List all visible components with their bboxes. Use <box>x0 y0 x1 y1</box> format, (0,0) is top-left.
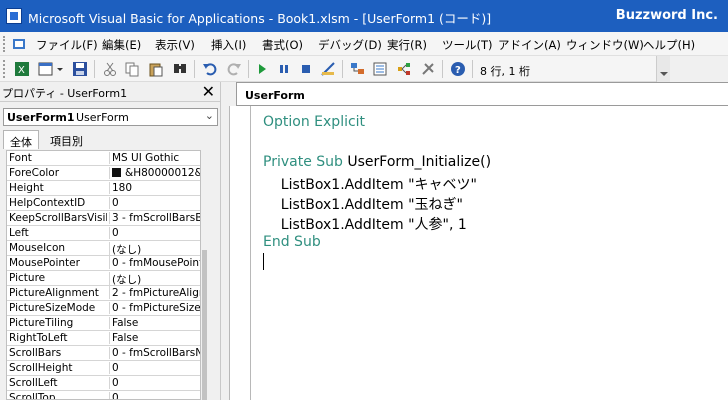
tab-alphabetic[interactable]: 全体 <box>3 130 39 149</box>
property-row[interactable]: Font MS UI Gothic <box>7 151 200 166</box>
toolbar-separator <box>94 60 95 78</box>
properties-icon[interactable] <box>372 61 388 77</box>
menu-tools[interactable]: ツール(T) <box>442 37 493 53</box>
properties-scrollbar[interactable] <box>201 150 209 400</box>
property-row[interactable]: ScrollLeft 0 <box>7 376 200 391</box>
property-row[interactable]: PictureSizeMode0 - fmPictureSizeModeClip <box>7 301 200 316</box>
chevron-down-icon[interactable]: ⌄ <box>205 109 214 122</box>
excel-icon[interactable]: X <box>14 61 30 77</box>
code-line[interactable]: Private Sub UserForm_Initialize() <box>263 154 491 170</box>
menubar-grip[interactable] <box>3 36 7 52</box>
code-line[interactable]: End Sub <box>263 234 321 250</box>
object-selector[interactable]: UserForm1 UserForm ⌄ <box>3 108 218 126</box>
code-line[interactable]: Option Explicit <box>263 114 365 130</box>
properties-window-header: プロパティ - UserForm1 ✕ <box>0 82 220 102</box>
save-icon[interactable] <box>72 61 88 77</box>
code-line[interactable]: ListBox1.AddItem "玉ねぎ" <box>263 194 463 214</box>
close-icon[interactable]: ✕ <box>202 82 215 101</box>
property-row[interactable]: MousePointer0 - fmMousePointerDefault <box>7 256 200 271</box>
property-row[interactable]: ForeColor &H80000012& <box>7 166 200 181</box>
insert-dropdown-icon[interactable] <box>56 61 64 77</box>
toolbar-options-button[interactable] <box>656 56 670 82</box>
undo-icon[interactable] <box>202 61 218 77</box>
find-icon[interactable] <box>172 61 188 77</box>
color-swatch <box>112 168 121 177</box>
properties-window-title: プロパティ - UserForm1 <box>2 87 128 100</box>
code-editor[interactable] <box>230 106 728 400</box>
toolbar-grip[interactable] <box>3 60 7 78</box>
break-icon[interactable] <box>276 61 292 77</box>
properties-grid: Font MS UI Gothic ForeColor &H80000012& He… <box>6 150 201 400</box>
standard-toolbar: X ? 8 行, 1 桁 <box>0 56 670 82</box>
svg-text:?: ? <box>455 65 461 76</box>
code-object-name: UserForm <box>245 89 305 102</box>
tab-categorized[interactable]: 項目別 <box>44 130 89 149</box>
object-selector-type: UserForm <box>76 111 129 124</box>
properties-tabs: 全体 項目別 <box>0 130 220 150</box>
object-browser-icon[interactable] <box>396 61 412 77</box>
property-row[interactable]: ScrollHeight 0 <box>7 361 200 376</box>
property-row[interactable]: ScrollTop 0 <box>7 391 200 399</box>
svg-text:X: X <box>18 65 25 76</box>
insert-userform-icon[interactable] <box>38 61 54 77</box>
toolbar-separator <box>248 60 249 78</box>
scrollbar-thumb[interactable] <box>202 250 207 400</box>
object-selector-name: UserForm1 <box>7 111 75 124</box>
menu-view[interactable]: 表示(V) <box>155 37 195 53</box>
property-row[interactable]: HelpContextID 0 <box>7 196 200 211</box>
project-explorer-icon[interactable] <box>350 61 366 77</box>
code-margin-indicator-bar[interactable] <box>229 106 251 400</box>
property-row[interactable]: Height 180 <box>7 181 200 196</box>
toolbar-separator <box>442 60 443 78</box>
menu-tool-icon[interactable] <box>12 37 26 51</box>
property-row[interactable]: MouseIcon (なし) <box>7 241 200 257</box>
code-line[interactable]: ListBox1.AddItem "キャベツ" <box>263 174 477 194</box>
menu-debug[interactable]: デバッグ(D) <box>318 37 382 53</box>
menu-bar: ファイル(F) 編集(E) 表示(V) 挿入(I) 書式(O) デバッグ(D) … <box>0 32 728 56</box>
property-row[interactable]: RightToLeft False <box>7 331 200 346</box>
code-line[interactable]: ListBox1.AddItem "人参", 1 <box>263 214 467 234</box>
cursor-position-status: 8 行, 1 桁 <box>480 65 530 78</box>
property-row[interactable]: Picture (なし) <box>7 271 200 287</box>
copy-icon[interactable] <box>124 61 140 77</box>
window-title: Microsoft Visual Basic for Applications … <box>28 11 492 26</box>
menu-run[interactable]: 実行(R) <box>387 37 427 53</box>
run-icon[interactable] <box>254 61 270 77</box>
toolbar-separator <box>342 60 343 78</box>
help-icon[interactable]: ? <box>450 61 466 77</box>
reset-icon[interactable] <box>298 61 314 77</box>
redo-icon[interactable] <box>226 61 242 77</box>
vba-app-icon <box>6 8 22 24</box>
menu-edit[interactable]: 編集(E) <box>102 37 141 53</box>
menu-file[interactable]: ファイル(F) <box>36 37 98 53</box>
menu-addins[interactable]: アドイン(A) <box>498 37 561 53</box>
property-row[interactable]: Left 0 <box>7 226 200 241</box>
design-mode-icon[interactable] <box>320 61 336 77</box>
title-bar: Microsoft Visual Basic for Applications … <box>0 0 728 32</box>
paste-icon[interactable] <box>148 61 164 77</box>
property-row[interactable]: ScrollBars0 - fmScrollBarsNone <box>7 346 200 361</box>
property-row[interactable]: PictureAlignment2 - fmPictureAlignmentCe… <box>7 286 200 301</box>
brand-label: Buzzword Inc. <box>615 8 718 23</box>
cut-icon[interactable] <box>102 61 118 77</box>
toolbar-separator <box>194 60 195 78</box>
menu-window[interactable]: ウィンドウ(W) <box>566 37 644 53</box>
menu-insert[interactable]: 挿入(I) <box>211 37 246 53</box>
property-row[interactable]: PictureTiling False <box>7 316 200 331</box>
code-object-dropdown[interactable]: UserForm <box>236 82 728 106</box>
text-caret <box>263 253 264 270</box>
property-row[interactable]: KeepScrollBarsVisible3 - fmScrollBarsBot… <box>7 211 200 226</box>
menu-help[interactable]: ヘルプ(H) <box>643 37 695 53</box>
toolbar-separator <box>472 60 473 78</box>
toolbox-icon[interactable] <box>420 61 436 77</box>
menu-format[interactable]: 書式(O) <box>262 37 303 53</box>
